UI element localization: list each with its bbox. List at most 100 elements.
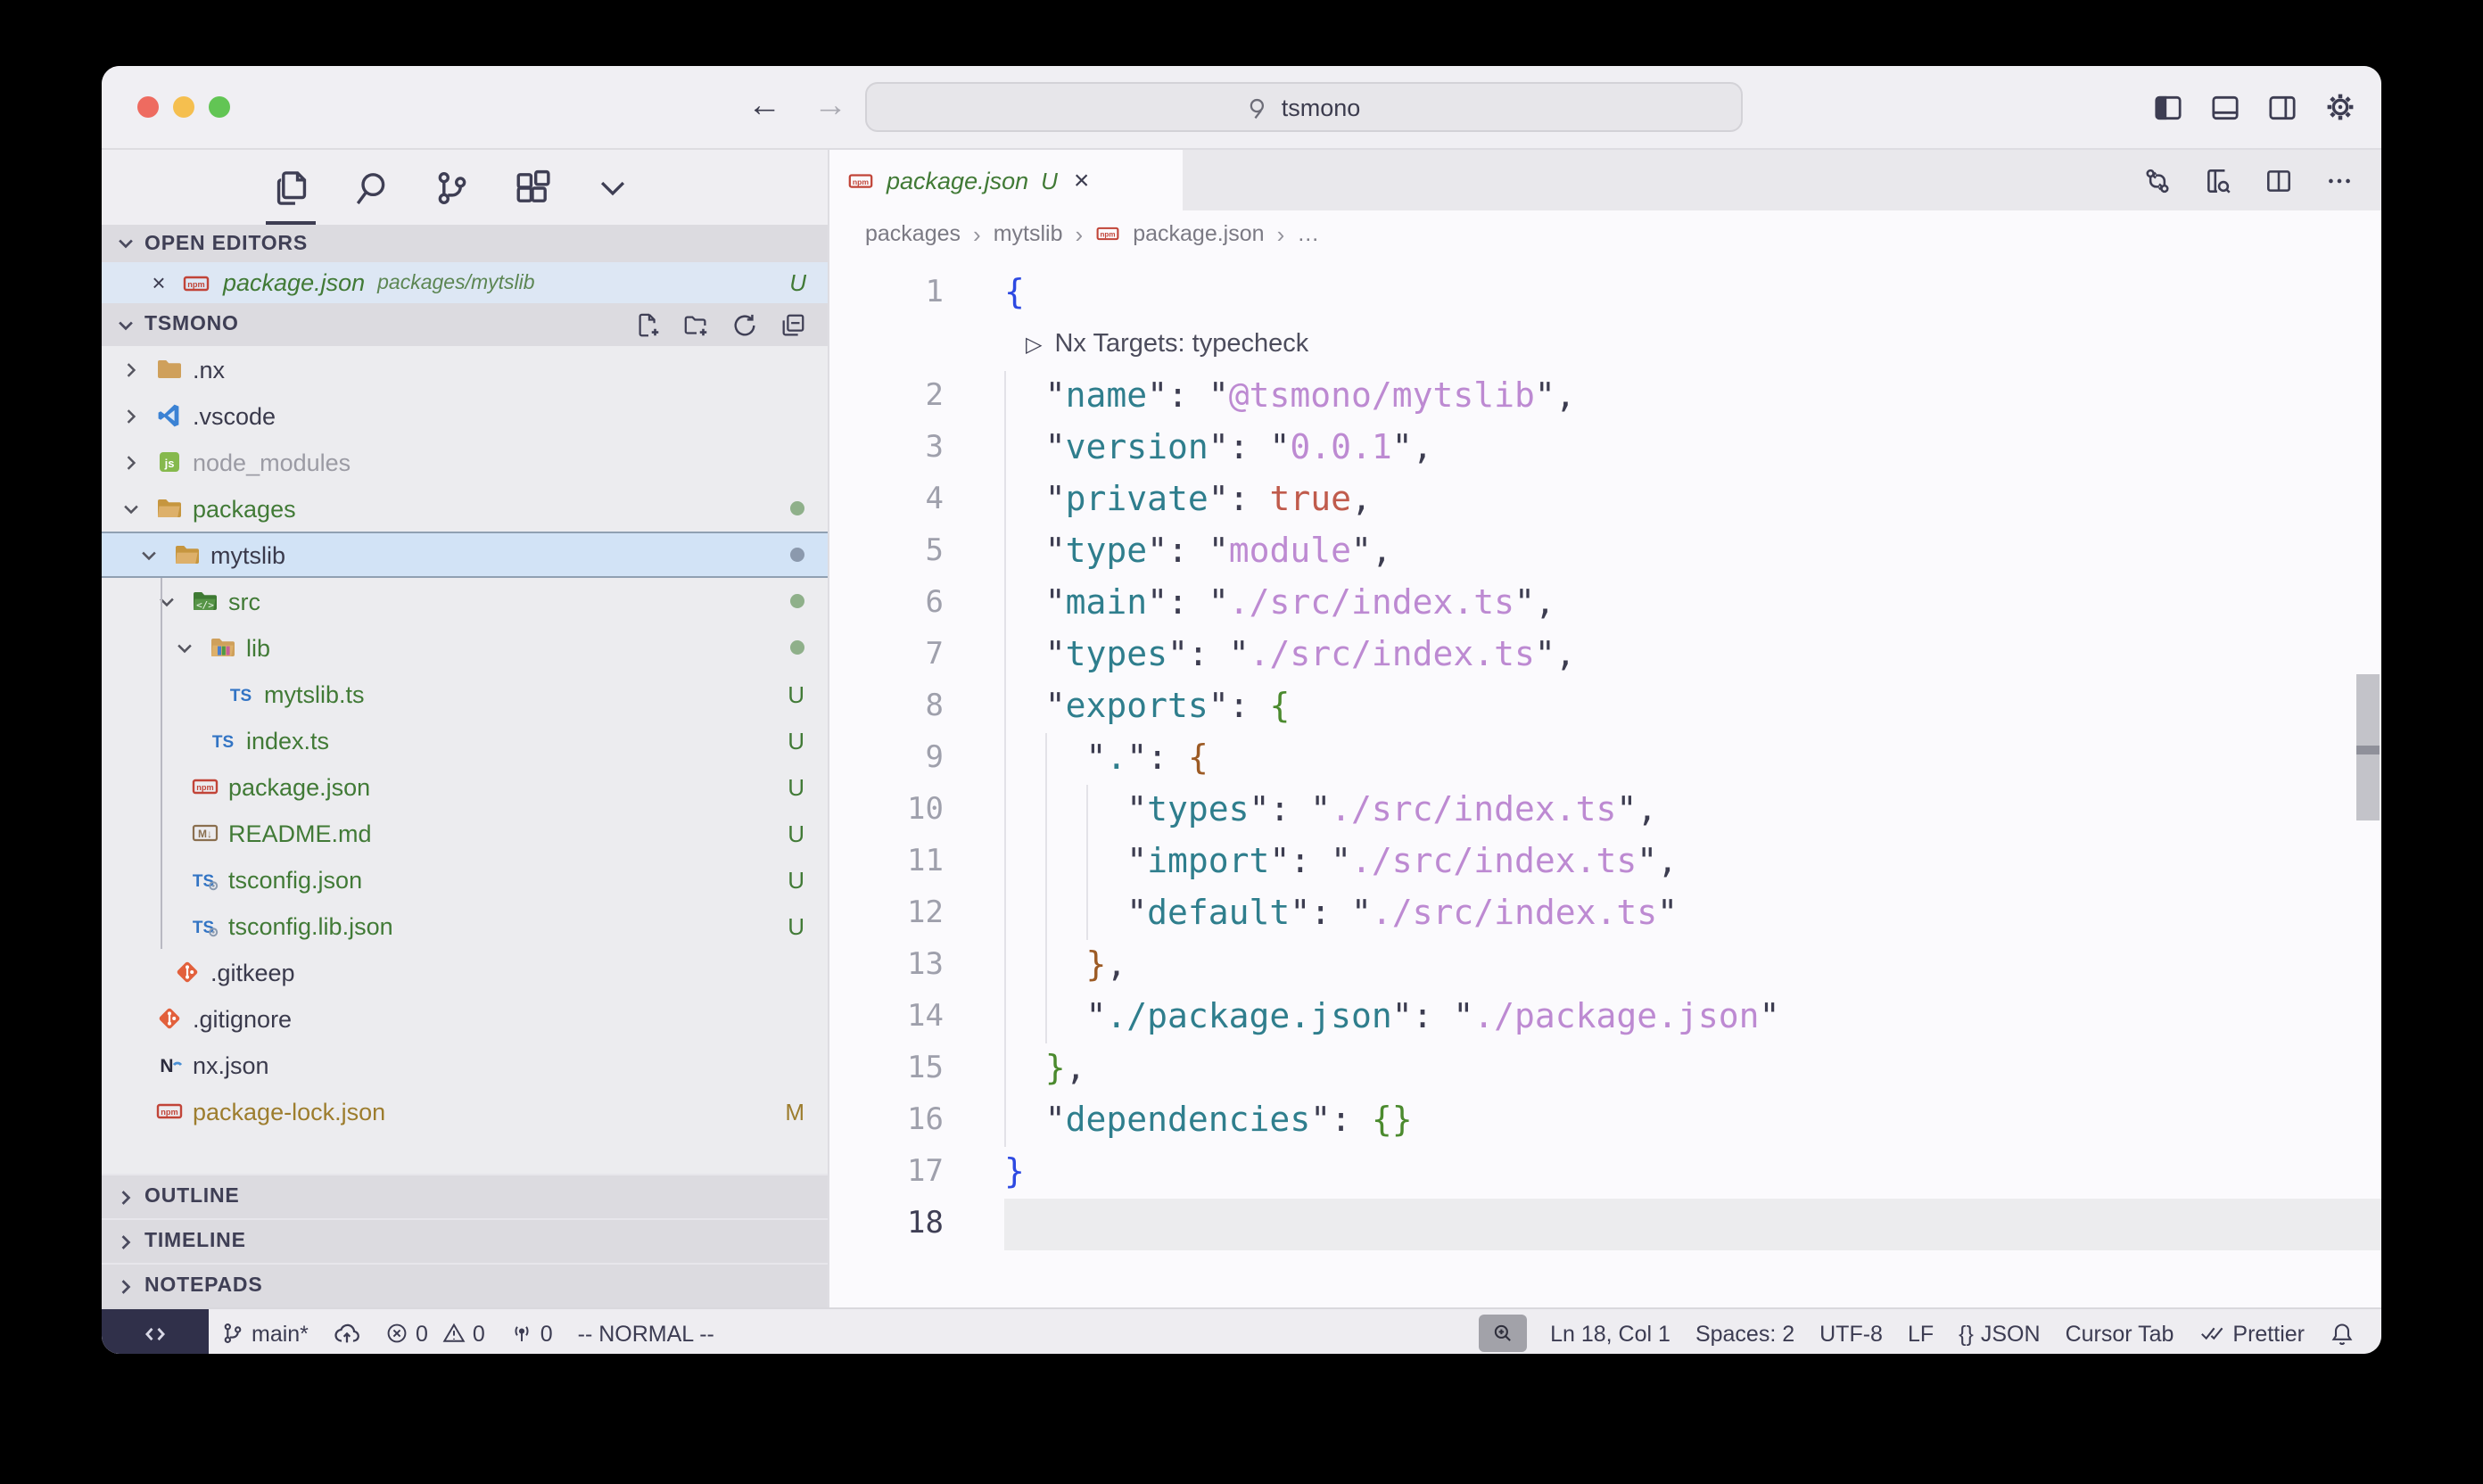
notepads-section-header[interactable]: NOTEPADS (102, 1263, 828, 1307)
history-forward-button[interactable]: → (813, 87, 847, 127)
problems-status[interactable]: 0 0 (373, 1309, 498, 1354)
encoding-status[interactable]: UTF-8 (1807, 1309, 1895, 1354)
eol-status[interactable]: LF (1895, 1309, 1946, 1354)
close-editor-icon[interactable]: × (148, 269, 169, 296)
line-number: 1 (829, 268, 944, 319)
vim-mode-status[interactable]: -- NORMAL -- (565, 1309, 727, 1354)
breadcrumb-packages[interactable]: packages (865, 221, 961, 246)
notifications-bell[interactable] (2317, 1309, 2367, 1354)
code-line[interactable]: 1{ (829, 268, 2381, 319)
explorer-icon[interactable] (269, 150, 312, 225)
code-line[interactable]: 4 "private": true, (829, 474, 2381, 526)
tree-item-gitkeep[interactable]: .gitkeep (102, 949, 828, 995)
maximize-window-button[interactable] (209, 96, 230, 118)
open-editor-entry[interactable]: × npm package.json packages/mytslib U (102, 262, 828, 303)
settings-gear-icon[interactable] (2324, 91, 2356, 123)
indent-guide (1004, 681, 1006, 733)
toggle-primary-sidebar-icon[interactable] (2153, 92, 2183, 122)
zoom-indicator[interactable] (1479, 1315, 1527, 1352)
cursor-tab-status[interactable]: Cursor Tab (2053, 1309, 2187, 1354)
indentation-status[interactable]: Spaces: 2 (1683, 1309, 1807, 1354)
typescript-icon: TS (207, 725, 237, 755)
toggle-panel-icon[interactable] (2210, 92, 2240, 122)
tree-item-readme[interactable]: M↓ README.md U (102, 810, 828, 856)
close-window-button[interactable] (137, 96, 159, 118)
tree-item-mytslib-ts[interactable]: TS mytslib.ts U (102, 671, 828, 717)
code-line[interactable]: 2 "name": "@tsmono/mytslib", (829, 371, 2381, 423)
open-editors-header[interactable]: OPEN EDITORS (102, 225, 828, 262)
tree-item-package-lock[interactable]: npm package-lock.json M (102, 1088, 828, 1134)
indent-guide (1004, 630, 1006, 681)
history-back-button[interactable]: ← (747, 87, 781, 127)
code-line[interactable]: 15 }, (829, 1043, 2381, 1095)
language-mode-status[interactable]: {} JSON (1946, 1309, 2052, 1354)
command-center-search[interactable]: tsmono (865, 82, 1743, 132)
open-changes-icon[interactable] (2142, 165, 2173, 195)
tree-item-nx-folder[interactable]: .nx (102, 346, 828, 392)
more-actions-icon[interactable] (2324, 165, 2355, 195)
indent-guide (1004, 785, 1006, 837)
code-line[interactable]: 17} (829, 1147, 2381, 1199)
cursor-position-status[interactable]: Ln 18, Col 1 (1538, 1309, 1683, 1354)
extensions-icon[interactable] (510, 150, 553, 225)
code-line[interactable]: 11 "import": "./src/index.ts", (829, 837, 2381, 888)
minimize-window-button[interactable] (173, 96, 194, 118)
branch-status[interactable]: main* (209, 1309, 321, 1354)
timeline-section-header[interactable]: TIMELINE (102, 1218, 828, 1263)
indent-guide (161, 578, 162, 949)
more-views-chevron-icon[interactable] (590, 150, 633, 225)
code-line[interactable]: 3 "version": "0.0.1", (829, 423, 2381, 474)
code-line[interactable]: 14 "./package.json": "./package.json" (829, 992, 2381, 1043)
tree-item-nx-json[interactable]: N nx.json (102, 1042, 828, 1088)
ports-status[interactable]: 0 (498, 1309, 565, 1354)
code-line[interactable]: 7 "types": "./src/index.ts", (829, 630, 2381, 681)
code-line[interactable]: 13 }, (829, 940, 2381, 992)
tab-package-json[interactable]: npm package.json U × (829, 150, 1183, 210)
codelens[interactable]: ▷Nx Targets: typecheck (1004, 319, 1308, 371)
editor-area: npm package.json U × packages › mytslib … (829, 150, 2381, 1307)
tree-item-tsconfig[interactable]: TS tsconfig.json U (102, 856, 828, 903)
vertical-scrollbar[interactable] (2356, 674, 2380, 820)
line-number: 3 (829, 423, 944, 474)
tree-item-gitignore[interactable]: .gitignore (102, 995, 828, 1042)
tree-item-src[interactable]: </> src (102, 578, 828, 624)
tree-item-vscode-folder[interactable]: .vscode (102, 392, 828, 439)
close-tab-icon[interactable]: × (1074, 165, 1090, 195)
tree-item-package-json[interactable]: npm package.json U (102, 763, 828, 810)
breadcrumb-package-json[interactable]: package.json (1133, 221, 1264, 246)
code-line[interactable]: 5 "type": "module", (829, 526, 2381, 578)
publish-button[interactable] (321, 1309, 373, 1354)
code-line[interactable]: 12 "default": "./src/index.ts" (829, 888, 2381, 940)
tree-item-tsconfig-lib[interactable]: TS tsconfig.lib.json U (102, 903, 828, 949)
tree-item-index-ts[interactable]: TS index.ts U (102, 717, 828, 763)
code-line[interactable]: 6 "main": "./src/index.ts", (829, 578, 2381, 630)
code-editor[interactable]: 1{▷Nx Targets: typecheck2 "name": "@tsmo… (829, 257, 2381, 1307)
refresh-icon[interactable] (731, 311, 758, 338)
search-view-icon[interactable] (350, 150, 392, 225)
new-folder-icon[interactable] (683, 311, 710, 338)
breadcrumb-more[interactable]: … (1297, 221, 1319, 246)
formatter-status[interactable]: Prettier (2186, 1309, 2317, 1354)
code-line[interactable]: 9 ".": { (829, 733, 2381, 785)
outline-section-header[interactable]: OUTLINE (102, 1174, 828, 1218)
code-line[interactable]: 16 "dependencies": {} (829, 1095, 2381, 1147)
search-editor-icon[interactable] (2203, 165, 2233, 195)
workspace-header[interactable]: TSMONO (102, 303, 828, 346)
code-line[interactable]: 8 "exports": { (829, 681, 2381, 733)
tree-item-packages[interactable]: packages (102, 485, 828, 532)
source-control-icon[interactable] (430, 150, 473, 225)
tree-item-mytslib[interactable]: mytslib (102, 532, 828, 578)
tree-item-node-modules[interactable]: js node_modules (102, 439, 828, 485)
new-file-icon[interactable] (635, 311, 662, 338)
code-line[interactable]: 18 (829, 1199, 2381, 1250)
chevron-down-icon (116, 234, 136, 253)
codelens-row[interactable]: ▷Nx Targets: typecheck (829, 319, 2381, 371)
breadcrumb-mytslib[interactable]: mytslib (994, 221, 1063, 246)
split-editor-icon[interactable] (2264, 165, 2294, 195)
remote-indicator[interactable] (102, 1309, 209, 1354)
tree-item-lib[interactable]: lib (102, 624, 828, 671)
toggle-secondary-sidebar-icon[interactable] (2267, 92, 2297, 122)
collapse-all-icon[interactable] (780, 311, 806, 338)
code-line[interactable]: 10 "types": "./src/index.ts", (829, 785, 2381, 837)
untracked-badge: U (788, 680, 804, 707)
